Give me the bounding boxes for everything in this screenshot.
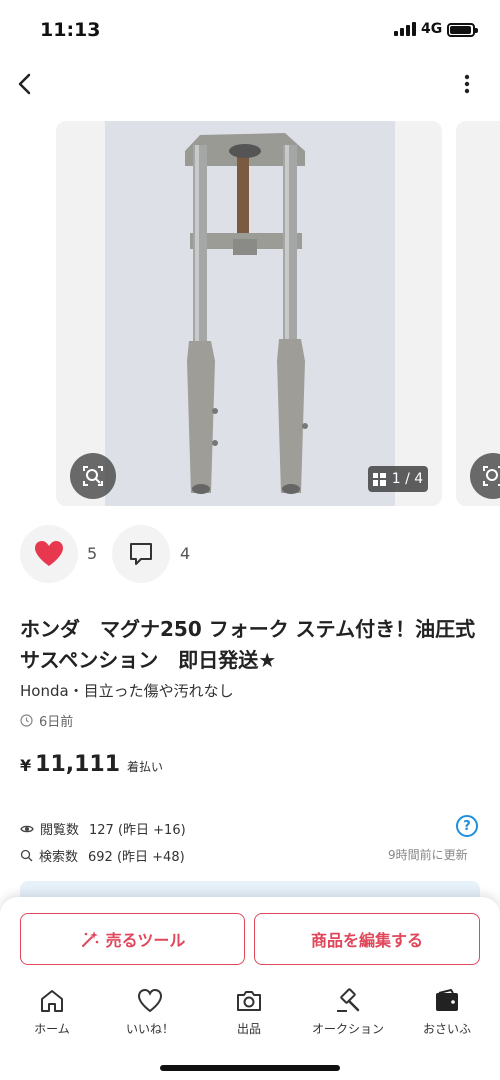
posted-time: 6日前: [20, 711, 73, 730]
home-icon: [41, 990, 63, 1012]
comment-count: 4: [180, 544, 191, 563]
image-search-button[interactable]: [70, 453, 116, 499]
tab-home[interactable]: ホーム: [2, 987, 102, 1037]
edit-item-label: 商品を編集する: [310, 931, 423, 950]
camera-icon: [237, 991, 261, 1011]
views-label: 閲覧数: [40, 823, 80, 838]
image-gallery[interactable]: 1 / 4: [0, 121, 500, 506]
posted-time-text: 6日前: [39, 715, 74, 730]
image-search-icon: [483, 466, 500, 486]
search-label: 検索数: [39, 850, 79, 865]
grid-icon: [372, 472, 386, 486]
home-indicator: [160, 1065, 340, 1071]
like-button[interactable]: [20, 525, 78, 583]
sell-tool-label: 売るツール: [105, 931, 186, 950]
more-options-icon[interactable]: [455, 70, 479, 98]
wallet-icon: [436, 988, 458, 1011]
updated-time: 9時間前に更新: [388, 848, 468, 862]
eye-icon: [20, 825, 34, 832]
help-button[interactable]: ?: [456, 815, 478, 837]
magic-wand-icon: [81, 931, 98, 947]
bottom-panel: 売るツール 商品を編集する ホーム いいね！ 出品 オークション おさいふ: [0, 897, 500, 1080]
comment-icon: [130, 543, 152, 565]
price-currency: ¥: [20, 756, 32, 775]
tab-wallet[interactable]: おさいふ: [397, 987, 497, 1037]
battery-icon: [447, 23, 478, 37]
tab-auction[interactable]: オークション: [298, 987, 398, 1037]
price-amount: 11,111: [35, 752, 121, 777]
tab-wallet-label: おさいふ: [422, 1022, 471, 1036]
heart-icon: [35, 541, 63, 566]
like-count: 5: [87, 544, 98, 563]
back-icon[interactable]: [12, 70, 40, 98]
image-search-icon: [83, 466, 103, 486]
status-time: 11:13: [40, 19, 101, 41]
tab-home-label: ホーム: [34, 1022, 70, 1036]
image-counter[interactable]: 1 / 4: [368, 466, 428, 492]
tab-likes-label: いいね！: [125, 1022, 174, 1036]
search-icon: [20, 849, 33, 862]
heart-outline-icon: [137, 988, 163, 1013]
next-image-card[interactable]: [456, 121, 500, 506]
image-counter-text: 1 / 4: [391, 471, 424, 487]
product-image-card[interactable]: 1 / 4: [56, 121, 442, 506]
gavel-icon: [337, 988, 360, 1012]
views-stat: 閲覧数 127 (昨日 +16): [20, 819, 186, 838]
tab-sell-label: 出品: [236, 1022, 261, 1036]
comment-button[interactable]: [112, 525, 170, 583]
image-search-button-next[interactable]: [470, 453, 500, 499]
sell-tool-button[interactable]: 売るツール: [20, 913, 245, 965]
network-type: 4G: [421, 21, 443, 37]
price: ¥ 11,111 着払い: [20, 752, 163, 777]
status-bar: 11:13 4G: [0, 0, 500, 58]
clock-icon: [20, 714, 33, 727]
signal-icon: [394, 22, 416, 36]
engagement-bar: 5 4: [0, 525, 500, 585]
nav-bar: [0, 58, 500, 114]
views-value: 127 (昨日 +16): [89, 823, 186, 838]
tab-auction-label: オークション: [311, 1022, 384, 1036]
search-stat: 検索数 692 (昨日 +48): [20, 846, 185, 865]
product-photo: [105, 121, 395, 506]
tab-sell[interactable]: 出品: [199, 987, 299, 1037]
edit-item-button[interactable]: 商品を編集する: [254, 913, 480, 965]
tab-likes[interactable]: いいね！: [100, 987, 200, 1037]
shipping-type: 着払い: [127, 760, 164, 774]
item-brand-condition: Honda・目立った傷や汚れなし: [20, 682, 234, 700]
item-title: ホンダ マグナ250 フォーク ステム付き！油圧式サスペンション 即日発送★: [20, 617, 476, 672]
search-value: 692 (昨日 +48): [88, 850, 185, 865]
